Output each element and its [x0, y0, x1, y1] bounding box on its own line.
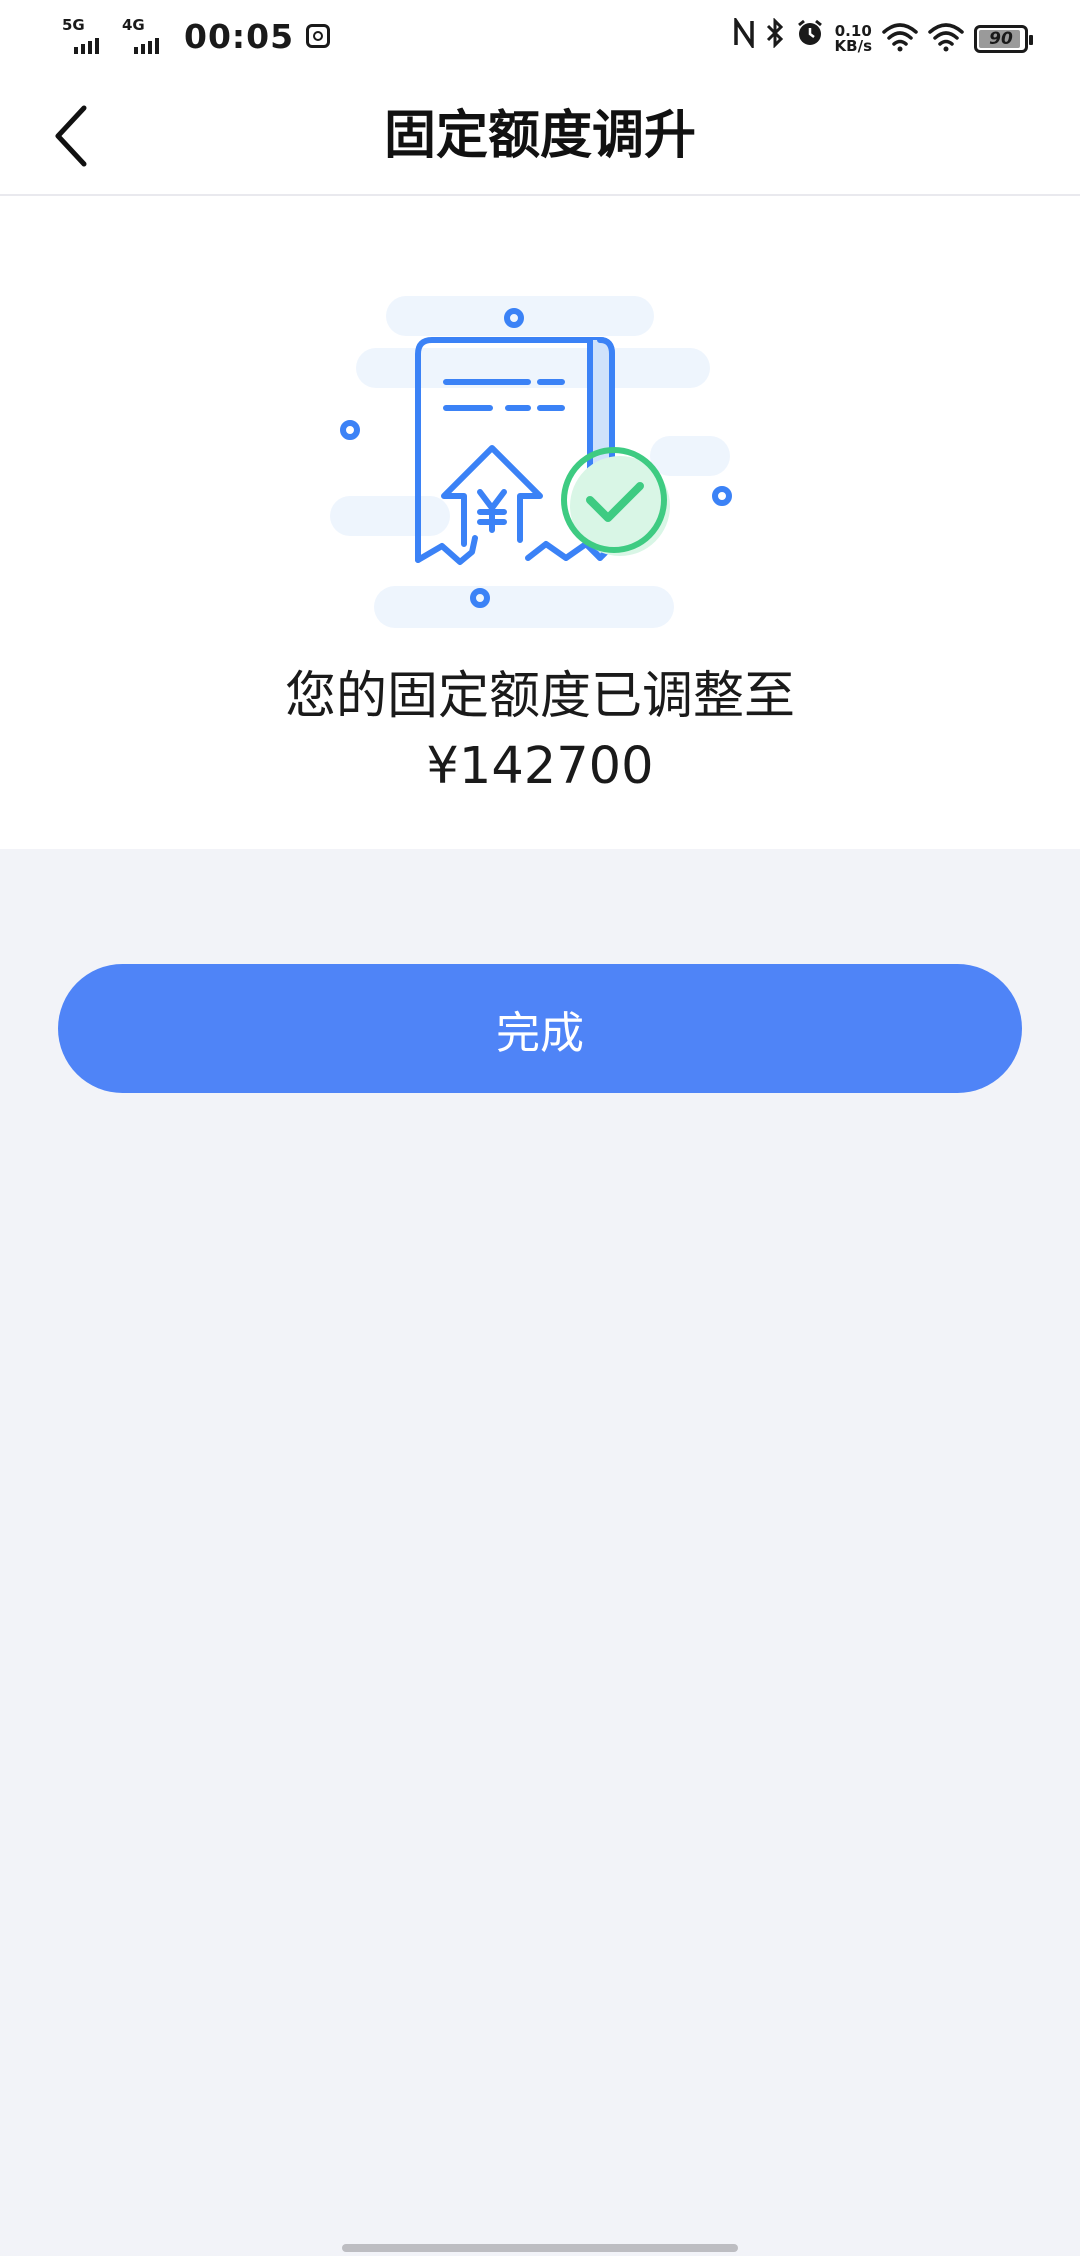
signal-5g-icon: 5G — [62, 16, 108, 56]
signal-4g-icon: 4G — [122, 16, 168, 56]
wifi-icon — [928, 22, 964, 56]
battery-level: 90 — [989, 28, 1013, 49]
done-button[interactable]: 完成 — [58, 964, 1022, 1093]
status-bar: 5G 4G 00:05 0.10 KB/s 90 — [0, 0, 1080, 76]
sim2-label: 4G — [122, 16, 145, 34]
alarm-icon — [795, 18, 825, 59]
net-speed-unit: KB/s — [834, 36, 872, 55]
page-title: 固定额度调升 — [383, 106, 696, 166]
result-message: 您的固定额度已调整至 — [284, 667, 795, 726]
done-button-label: 完成 — [496, 1007, 584, 1059]
sim1-label: 5G — [62, 16, 85, 34]
net-speed: 0.10 KB/s — [834, 23, 872, 55]
status-right: 0.10 KB/s 90 — [733, 15, 1033, 59]
battery-icon: 90 — [974, 24, 1033, 53]
bluetooth-icon — [765, 17, 785, 59]
receipt-check-illustration — [330, 296, 732, 628]
wifi-icon — [882, 22, 918, 56]
status-left: 5G 4G 00:05 — [62, 16, 331, 56]
home-indicator[interactable] — [342, 2244, 738, 2252]
navigation-bar: 固定额度调升 — [0, 76, 1080, 196]
app-notification-icon — [306, 24, 331, 48]
result-amount: ¥142700 — [426, 737, 654, 796]
nfc-icon — [733, 15, 755, 59]
status-time: 00:05 — [184, 16, 295, 56]
result-card: 您的固定额度已调整至 ¥142700 — [0, 196, 1080, 849]
